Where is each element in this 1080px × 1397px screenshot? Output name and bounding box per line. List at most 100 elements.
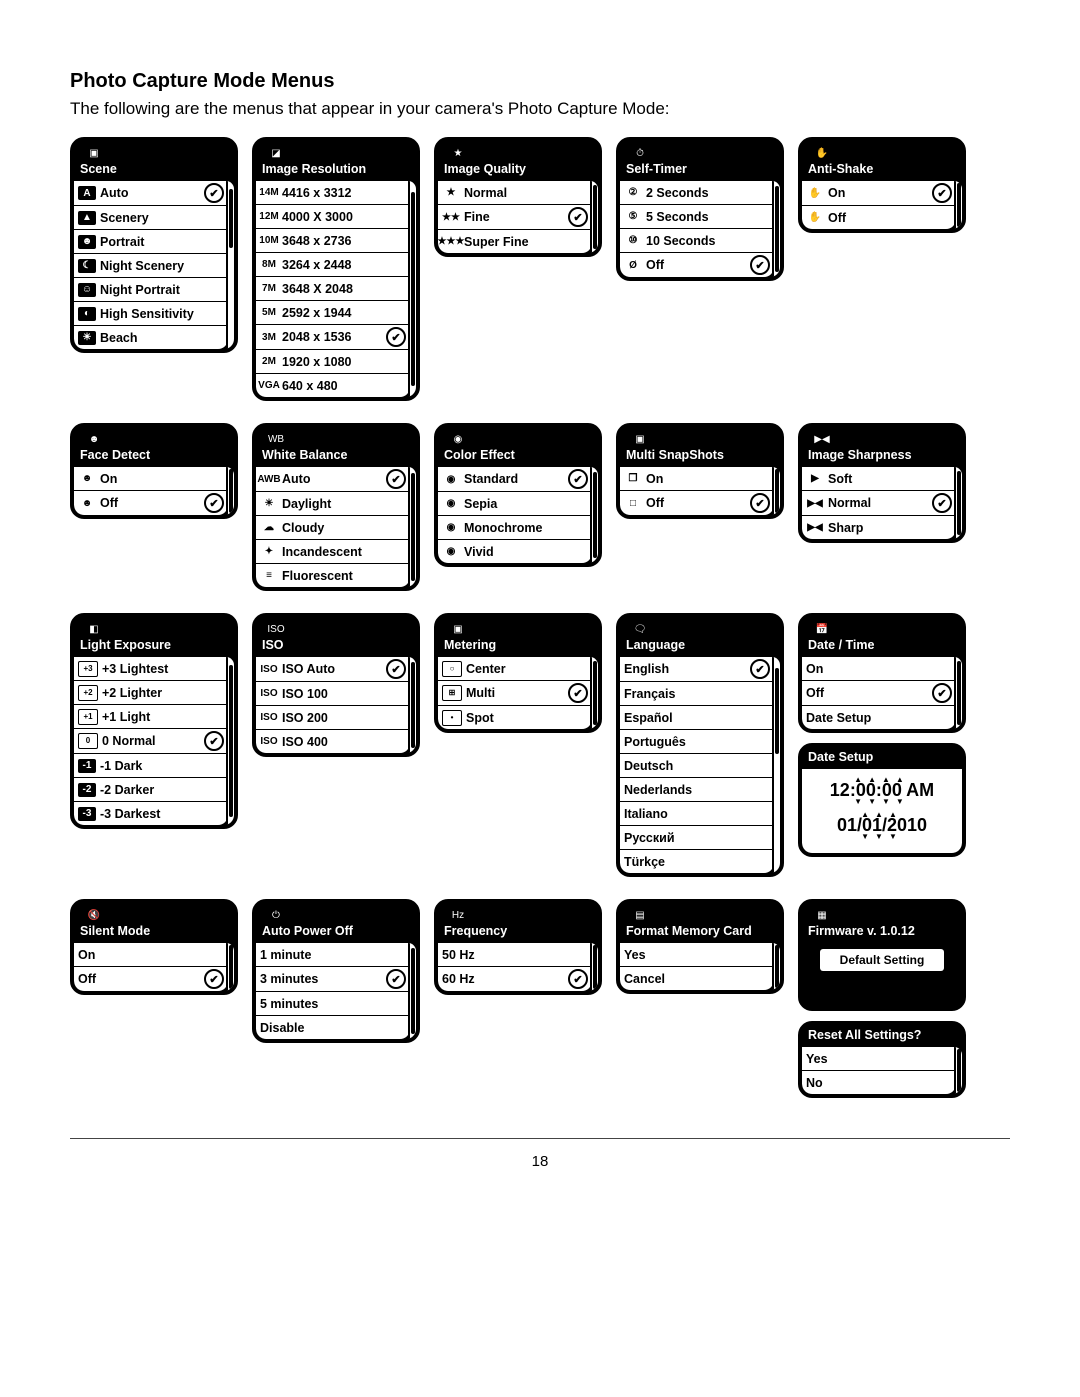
list-item[interactable]: ISOISO 200 [256,706,410,730]
scrollbar[interactable] [954,657,962,729]
list-item[interactable]: Off✔ [74,967,228,991]
list-item[interactable]: 00 Normal✔ [74,729,228,754]
scrollbar[interactable] [408,181,416,397]
list-item[interactable]: ☻Portrait [74,230,228,254]
list-item[interactable]: English✔ [620,657,774,682]
list-item[interactable]: 3 minutes✔ [256,967,410,992]
list-item[interactable]: On [74,943,228,967]
list-item[interactable]: 7M3648 X 2048 [256,277,410,301]
list-item[interactable]: 10M3648 x 2736 [256,229,410,253]
list-item[interactable]: ②2 Seconds [620,181,774,205]
list-item[interactable]: 3M2048 x 1536✔ [256,325,410,350]
list-item[interactable]: No [802,1071,956,1094]
scrollbar[interactable] [226,657,234,825]
list-item[interactable]: Yes [620,943,774,967]
list-item[interactable]: ≡Fluorescent [256,564,410,587]
list-item[interactable]: ▲Scenery [74,206,228,230]
scrollbar[interactable] [226,181,234,349]
list-item[interactable]: +3+3 Lightest [74,657,228,681]
scrollbar[interactable] [772,467,780,515]
list-item[interactable]: ⑤5 Seconds [620,205,774,229]
list-item[interactable]: Cancel [620,967,774,990]
list-item[interactable]: ØOff✔ [620,253,774,277]
scrollbar[interactable] [954,467,962,539]
list-item[interactable]: Deutsch [620,754,774,778]
list-item[interactable]: ◉Standard✔ [438,467,592,492]
default-setting-button[interactable]: Default Setting [820,949,944,971]
list-item[interactable]: ◉Sepia [438,492,592,516]
list-item[interactable]: AWBAuto✔ [256,467,410,492]
list-item[interactable]: ✋Off [802,206,956,229]
scrollbar[interactable] [408,657,416,753]
list-item[interactable]: Nederlands [620,778,774,802]
list-item[interactable]: □Off✔ [620,491,774,515]
list-item[interactable]: ISOISO Auto✔ [256,657,410,682]
list-item[interactable]: 1 minute [256,943,410,967]
scrollbar[interactable] [590,943,598,991]
scrollbar[interactable] [408,467,416,587]
list-item[interactable]: ☻Off✔ [74,491,228,515]
scrollbar[interactable] [590,657,598,729]
list-item[interactable]: -3-3 Darkest [74,802,228,825]
list-item[interactable]: Português [620,730,774,754]
list-item[interactable]: 14M4416 x 3312 [256,181,410,205]
list-item[interactable]: ▶Soft [802,467,956,491]
scrollbar[interactable] [226,467,234,515]
list-item[interactable]: ☺Night Portrait [74,278,228,302]
list-item[interactable]: 12M4000 X 3000 [256,205,410,229]
list-item[interactable]: ❐On [620,467,774,491]
list-item[interactable]: ★★★Super Fine [438,230,592,253]
list-item[interactable]: ▶◀Sharp [802,516,956,539]
list-item[interactable]: ○Center [438,657,592,681]
list-item[interactable]: ISOISO 100 [256,682,410,706]
list-item[interactable]: Italiano [620,802,774,826]
list-item[interactable]: 60 Hz✔ [438,967,592,991]
list-item[interactable]: ★★Fine✔ [438,205,592,230]
list-item[interactable]: ISOISO 400 [256,730,410,753]
list-item[interactable]: Disable [256,1016,410,1039]
list-item[interactable]: ◉Vivid [438,540,592,563]
list-item[interactable]: Español [620,706,774,730]
list-item[interactable]: 5M2592 x 1944 [256,301,410,325]
scrollbar[interactable] [408,943,416,1039]
scrollbar[interactable] [590,467,598,563]
down-arrows-icon[interactable]: ▼▼▼▼ [806,797,958,806]
list-item[interactable]: 50 Hz [438,943,592,967]
list-item[interactable]: VGA640 x 480 [256,374,410,397]
list-item[interactable]: Русский [620,826,774,850]
list-item[interactable]: +2+2 Lighter [74,681,228,705]
list-item[interactable]: ⑩10 Seconds [620,229,774,253]
list-item[interactable]: Off✔ [802,681,956,706]
list-item[interactable]: ▶◀Normal✔ [802,491,956,516]
list-item[interactable]: 2M1920 x 1080 [256,350,410,374]
list-item[interactable]: ☁Cloudy [256,516,410,540]
list-item[interactable]: ☻On [74,467,228,491]
list-item[interactable]: Yes [802,1047,956,1071]
list-item[interactable]: Date Setup [802,706,956,729]
scrollbar[interactable] [954,181,962,229]
list-item[interactable]: 8M3264 x 2448 [256,253,410,277]
list-item[interactable]: ◐High Sensitivity [74,302,228,326]
list-item[interactable]: ★Normal [438,181,592,205]
list-item[interactable]: On [802,657,956,681]
list-item[interactable]: ◉Monochrome [438,516,592,540]
list-item[interactable]: ⊞Multi✔ [438,681,592,706]
scrollbar[interactable] [772,181,780,277]
list-item[interactable]: ✦Incandescent [256,540,410,564]
scrollbar[interactable] [954,1047,962,1094]
list-item[interactable]: -1-1 Dark [74,754,228,778]
list-item[interactable]: ☀Beach [74,326,228,349]
list-item[interactable]: 5 minutes [256,992,410,1016]
list-item[interactable]: Türkçe [620,850,774,873]
scrollbar[interactable] [772,943,780,990]
list-item[interactable]: ☾Night Scenery [74,254,228,278]
list-item[interactable]: -2-2 Darker [74,778,228,802]
list-item[interactable]: •Spot [438,706,592,729]
scrollbar[interactable] [772,657,780,873]
scrollbar[interactable] [590,181,598,253]
list-item[interactable]: AAuto✔ [74,181,228,206]
list-item[interactable]: Français [620,682,774,706]
scrollbar[interactable] [226,943,234,991]
down-arrows-icon[interactable]: ▼▼▼ [806,832,958,841]
list-item[interactable]: ☀Daylight [256,492,410,516]
